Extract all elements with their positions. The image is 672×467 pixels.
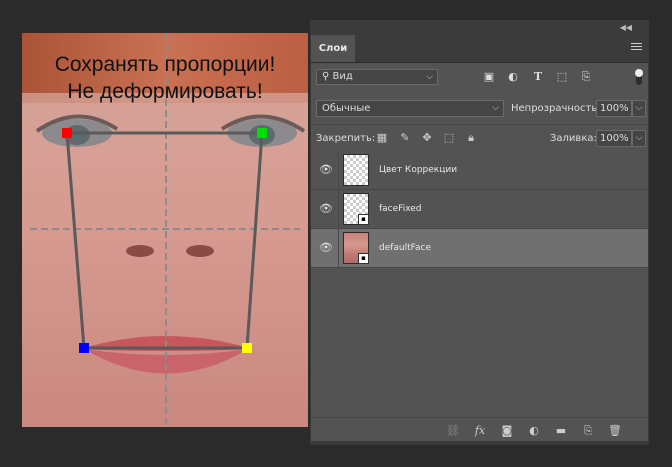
- layer-item[interactable]: 👁︎ Цвет Коррекции: [311, 151, 648, 190]
- smart-object-badge-icon: ▪: [358, 214, 369, 225]
- trash-icon[interactable]: 🗑︎: [608, 424, 622, 438]
- layer-thumbnail: [343, 154, 369, 186]
- filter-kind-label: Вид: [332, 71, 353, 82]
- layer-thumbnail: ▪: [343, 193, 369, 225]
- image-filter-icon[interactable]: ▣: [482, 70, 496, 84]
- adjustment-filter-icon[interactable]: ◐: [506, 70, 520, 84]
- fill-label: Заливка:: [550, 133, 597, 144]
- layer-item[interactable]: 👁︎ ▪ faceFixed: [311, 190, 648, 229]
- layers-list: 👁︎ Цвет Коррекции 👁︎ ▪ faceFixed 👁︎ ▪ de…: [311, 151, 648, 426]
- search-icon: ⚲: [322, 71, 330, 82]
- layer-name: Цвет Коррекции: [379, 165, 458, 175]
- visibility-eye-icon[interactable]: 👁︎: [319, 241, 333, 255]
- filter-row: ⚲ Вид ⌵ ▣ ◐ T ⬚ ⎘: [311, 63, 648, 91]
- visibility-eye-icon[interactable]: 👁︎: [319, 202, 333, 216]
- fill-input[interactable]: 100%: [596, 130, 632, 147]
- opacity-dropdown-icon[interactable]: ⌵: [632, 100, 646, 117]
- smart-object-filter-icon[interactable]: ⎘: [579, 70, 593, 84]
- lock-all-icon[interactable]: 🔒︎: [464, 131, 478, 145]
- layer-thumbnail: ▪: [343, 232, 369, 264]
- layer-name: faceFixed: [379, 204, 422, 214]
- opacity-input[interactable]: 100%: [596, 100, 632, 117]
- smart-object-badge-icon: ▪: [358, 253, 369, 264]
- panel-resize-grip[interactable]: [311, 441, 648, 444]
- filter-toggle[interactable]: [635, 69, 643, 85]
- blend-mode-value: Обычные: [322, 103, 371, 114]
- visibility-eye-icon[interactable]: 👁︎: [319, 163, 333, 177]
- add-mask-icon[interactable]: ◙: [500, 424, 514, 438]
- adjustment-layer-icon[interactable]: ◐: [527, 424, 541, 438]
- layer-name: defaultFace: [379, 243, 432, 253]
- lock-brush-icon[interactable]: ✎: [398, 131, 412, 145]
- marker-bottom-left: [79, 343, 89, 353]
- marker-bottom-right: [242, 343, 252, 353]
- new-layer-icon[interactable]: ⎘: [581, 424, 595, 438]
- chevron-down-icon: ⌵: [426, 72, 433, 82]
- marker-top-left: [62, 128, 72, 138]
- lock-position-icon[interactable]: ✥: [420, 131, 434, 145]
- lock-row: Закрепить: ▦ ✎ ✥ ⬚ 🔒︎ Заливка: 100% ⌵: [311, 124, 648, 152]
- filter-kind-select[interactable]: ⚲ Вид ⌵: [316, 69, 438, 85]
- layers-panel: ◀◀ Слои ⚲ Вид ⌵ ▣ ◐ T ⬚ ⎘ Обычные ⌵ Непр…: [310, 20, 649, 445]
- new-group-folder-icon[interactable]: ▬: [554, 424, 568, 438]
- fill-dropdown-icon[interactable]: ⌵: [632, 130, 646, 147]
- layers-bottom-toolbar: ⛓ fx ◙ ◐ ▬ ⎘ 🗑︎: [311, 417, 648, 444]
- marker-top-right: [257, 128, 267, 138]
- lock-label: Закрепить:: [316, 133, 376, 144]
- chevron-down-icon: ⌵: [492, 103, 499, 113]
- lock-artboard-icon[interactable]: ⬚: [442, 131, 456, 145]
- panel-tab-bar: Слои: [311, 35, 648, 63]
- canvas-text-line2: Не деформировать!: [67, 80, 263, 103]
- blend-mode-select[interactable]: Обычные ⌵: [316, 100, 504, 117]
- shape-filter-icon[interactable]: ⬚: [555, 70, 569, 84]
- panel-menu-icon[interactable]: [631, 43, 642, 52]
- collapse-icon[interactable]: ◀◀: [620, 21, 632, 35]
- lock-transparency-icon[interactable]: ▦: [375, 131, 389, 145]
- fx-icon[interactable]: fx: [473, 424, 487, 438]
- opacity-label: Непрозрачность:: [511, 103, 601, 114]
- document-canvas[interactable]: Сохранять пропорции! Не деформировать!: [22, 33, 308, 427]
- canvas-text-line1: Сохранять пропорции!: [54, 53, 276, 76]
- link-layers-icon[interactable]: ⛓: [446, 424, 460, 438]
- layer-item-selected[interactable]: 👁︎ ▪ defaultFace: [311, 229, 648, 268]
- tab-layers[interactable]: Слои: [311, 35, 355, 62]
- type-filter-icon[interactable]: T: [531, 70, 545, 84]
- blend-row: Обычные ⌵ Непрозрачность: 100% ⌵: [311, 95, 648, 122]
- panel-top-bar: ◀◀: [311, 21, 648, 35]
